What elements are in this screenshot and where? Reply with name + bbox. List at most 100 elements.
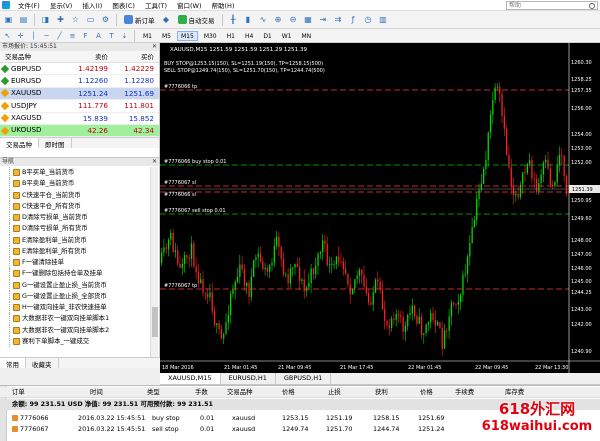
chart-tab-gbpusd-h1[interactable]: GBPUSD,H1 (276, 373, 332, 384)
autoscroll-icon[interactable]: ⇉ (332, 13, 345, 26)
quote-row-eurusd[interactable]: EURUSD 1.12260 1.12280 (0, 75, 159, 88)
price-chart[interactable]: XAUUSD,M15 1251.59 1251.59 1251.29 1251.… (160, 43, 600, 373)
periods-icon[interactable]: ◷ (362, 13, 375, 26)
timeframe-m15[interactable]: M15 (177, 30, 198, 41)
timeframe-h1[interactable]: H1 (223, 31, 239, 41)
script-item[interactable]: 赛利下单脚本_一键成交 (0, 335, 150, 348)
col-commission[interactable]: 手续费 (455, 387, 474, 398)
script-item[interactable]: D清除亏损单_所有货币 (0, 223, 150, 235)
script-item[interactable]: G一键设置止盈止损_当前货币 (0, 279, 150, 292)
data-window-icon[interactable]: ✚ (54, 13, 67, 26)
col-symbol[interactable]: 交易品种 (227, 387, 253, 398)
col-lots[interactable]: 手数 (195, 387, 208, 398)
auto-trading-button[interactable]: 自动交易 (175, 13, 218, 27)
tab-tick-chart[interactable]: 即时图 (39, 138, 72, 149)
timeframe-m30[interactable]: M30 (200, 31, 221, 41)
col-symbol[interactable]: 交易品种 (0, 51, 62, 62)
candlestick-icon[interactable]: ▮ (242, 13, 255, 26)
crosshair-icon[interactable]: ✛ (15, 30, 26, 41)
chart-tab-xauusd-m15[interactable]: XAUUSD,M15 (160, 373, 221, 384)
script-item[interactable]: G一键设置止盈止损_全部货币 (0, 290, 150, 303)
navigator-scrollbar[interactable] (150, 167, 158, 357)
quote-row-ukousd[interactable]: UKOUSD 42.26 42.34 (0, 124, 159, 138)
indicators-icon[interactable]: ƒ (347, 13, 360, 26)
col-time[interactable]: 时间 (90, 387, 103, 398)
menu-help[interactable]: 帮助(H) (207, 0, 240, 10)
scrollbar-thumb[interactable] (152, 307, 158, 337)
text-icon[interactable]: A (93, 30, 104, 41)
col-sl[interactable]: 止损 (328, 387, 341, 398)
fibonacci-icon[interactable]: F (80, 30, 91, 41)
label-icon[interactable]: T (106, 30, 117, 41)
script-item[interactable]: 大数据非农一键双向挂单脚本2 (0, 324, 150, 337)
col-current-price[interactable]: 价格 (420, 387, 433, 398)
meta-editor-icon[interactable]: ◆ (160, 13, 173, 26)
menu-tools[interactable]: 工具(T) (140, 0, 172, 10)
script-item[interactable]: H一键双向挂单_非农快速挂单 (0, 302, 150, 314)
script-item[interactable]: E清除盈利单_所有货币 (0, 245, 150, 258)
timeframe-w1[interactable]: W1 (278, 31, 296, 41)
script-item[interactable]: C快速平仓_所有货币 (0, 200, 150, 213)
tab-favorites[interactable]: 收藏夹 (26, 358, 59, 369)
col-type[interactable]: 类型 (147, 387, 160, 398)
script-item[interactable]: C快速平仓_当前货币 (0, 189, 150, 202)
tab-common[interactable]: 常用 (0, 358, 26, 369)
col-tp[interactable]: 获利 (375, 387, 388, 398)
col-swap[interactable]: 库存费 (505, 387, 524, 398)
help-search-input[interactable]: 帮助 (506, 0, 598, 10)
menu-file[interactable]: 文件(F) (13, 0, 45, 10)
timeframe-h4[interactable]: H4 (241, 31, 257, 41)
channel-icon[interactable]: ≡ (67, 30, 78, 41)
tab-symbols[interactable]: 交易品种 (0, 138, 39, 149)
script-item[interactable]: B平卖单_当前货币 (0, 178, 150, 190)
timeframe-m1[interactable]: M1 (139, 31, 156, 41)
col-order[interactable]: 订单 (12, 387, 25, 398)
templates-icon[interactable]: ▥ (377, 13, 390, 26)
chart-shift-icon[interactable]: ⇥ (317, 13, 330, 26)
horizontal-line-icon[interactable]: ─ (41, 30, 52, 41)
menu-view[interactable]: 显示(V) (45, 0, 78, 10)
vertical-line-icon[interactable]: │ (28, 30, 39, 41)
candle-body (425, 324, 427, 334)
menu-insert[interactable]: 插入(I) (77, 0, 107, 10)
new-order-button[interactable]: 新订单 (121, 13, 158, 27)
timeframe-m5[interactable]: M5 (158, 31, 175, 41)
close-icon[interactable]: ✕ (152, 158, 157, 166)
chart-canvas[interactable]: XAUUSD,M15 1251.59 1251.59 1251.29 1251.… (160, 43, 600, 373)
profiles-icon[interactable]: ▤ (17, 13, 30, 26)
script-item[interactable]: F一键删除包括持仓单及挂单 (0, 268, 150, 280)
menu-chart[interactable]: 图表(C) (107, 0, 140, 10)
script-item[interactable]: D清除亏损单_当前货币 (0, 212, 150, 224)
script-item[interactable]: 大数据非农一键双向挂单脚本1 (0, 313, 150, 325)
zoom-in-icon[interactable]: ⊕ (272, 13, 285, 26)
zoom-out-icon[interactable]: ⊖ (287, 13, 300, 26)
quote-row-xauusd[interactable]: XAUUSD 1251.24 1251.69 (0, 87, 159, 101)
menu-window[interactable]: 窗口(W) (172, 0, 207, 10)
col-ask[interactable]: 买价 (112, 51, 158, 62)
quote-row-gbpusd[interactable]: GBPUSD 1.42199 1.42229 (0, 63, 159, 76)
script-item[interactable]: B平买单_当前货币 (0, 167, 150, 179)
quote-row-usdjpy[interactable]: USDJPY 111.776 111.801 (0, 100, 159, 113)
quote-row-xagusd[interactable]: XAGUSD 15.839 15.852 (0, 112, 159, 125)
timeframe-mn[interactable]: MN (298, 31, 316, 41)
line-chart-icon[interactable]: ∿ (257, 13, 270, 26)
tester-icon[interactable]: ⚙ (99, 13, 112, 26)
chart-tab-eurusd-h1[interactable]: EURUSD,H1 (221, 373, 276, 384)
script-item[interactable]: F一键清除挂单 (0, 257, 150, 269)
cursor-icon[interactable]: ↖ (2, 30, 13, 41)
bar-chart-icon[interactable]: ╫ (227, 13, 240, 26)
trendline-icon[interactable]: ╱ (54, 30, 65, 41)
navigator-icon[interactable]: ☆ (69, 13, 82, 26)
market-watch-icon[interactable]: ◨ (39, 13, 52, 26)
new-chart-icon[interactable]: ▣ (2, 13, 15, 26)
market-watch-time: 市场报价: 15:45:51 (2, 43, 57, 50)
tile-windows-icon[interactable]: ▦ (302, 13, 315, 26)
arrows-icon[interactable]: ⇣ (119, 30, 130, 41)
terminal-icon[interactable]: ▭ (84, 13, 97, 26)
script-item[interactable]: E清除盈利单_当前货币 (0, 234, 150, 247)
candle-body (395, 314, 397, 320)
timeframe-d1[interactable]: D1 (259, 31, 275, 41)
close-icon[interactable]: ✕ (152, 43, 157, 51)
col-bid[interactable]: 卖价 (62, 51, 112, 62)
col-price[interactable]: 价格 (282, 387, 295, 398)
